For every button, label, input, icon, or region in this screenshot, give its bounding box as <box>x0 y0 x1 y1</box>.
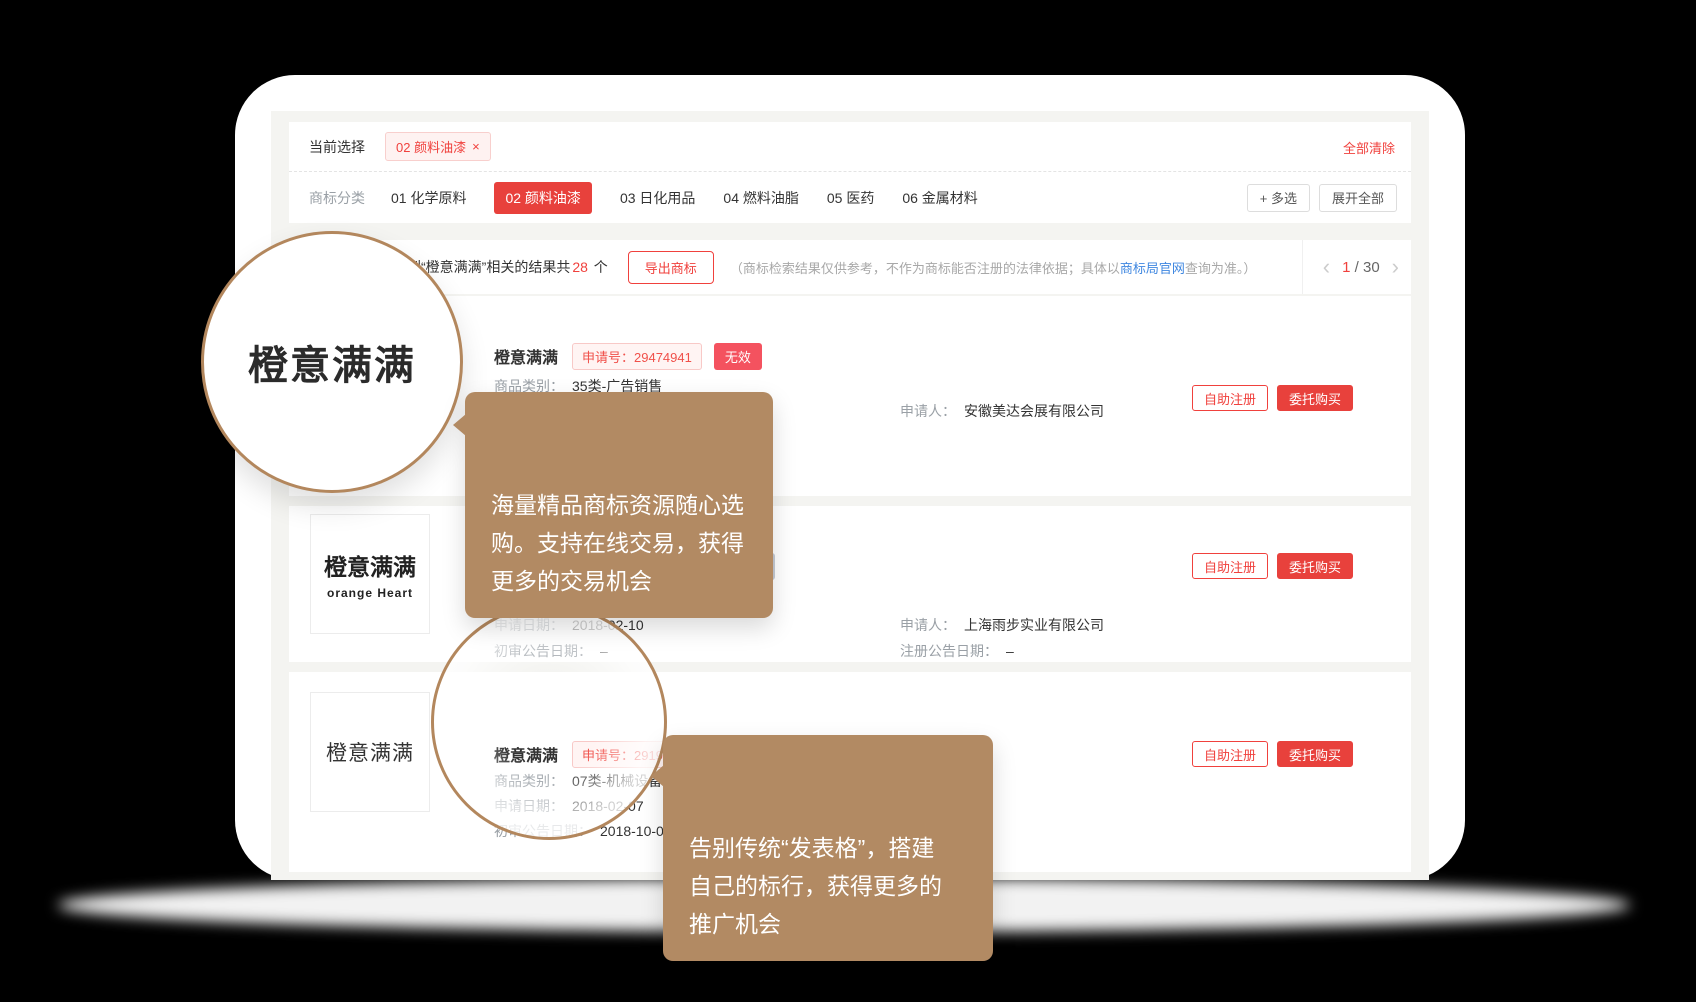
self-register-button[interactable]: 自助注册 <box>1192 553 1268 579</box>
magnifier-circle-row <box>431 604 667 840</box>
field-value: 上海雨步实业有限公司 <box>964 617 1104 633</box>
category-item-03[interactable]: 03 日化用品 <box>620 188 695 208</box>
category-item-06[interactable]: 06 金属材料 <box>902 188 977 208</box>
tooltip-text: 海量精品商标资源随心选 购。支持在线交易，获得 更多的交易机会 <box>491 492 744 594</box>
category-row-label: 商标分类 <box>309 188 365 208</box>
self-register-button[interactable]: 自助注册 <box>1192 385 1268 411</box>
page-next-icon[interactable]: › <box>1392 256 1399 278</box>
thumbnail-mark-text: 橙意满满 <box>326 737 414 767</box>
trademark-office-link[interactable]: 商标局官网 <box>1120 261 1185 276</box>
expand-all-button[interactable]: 展开全部 <box>1319 184 1397 212</box>
entrust-buy-button[interactable]: 委托购买 <box>1277 553 1353 579</box>
page-prev-icon[interactable]: ‹ <box>1323 256 1330 278</box>
export-trademarks-button[interactable]: 导出商标 <box>628 251 714 284</box>
disclaimer-pre: （商标检索结果仅供参考，不作为商标能否注册的法律依据；具体以 <box>730 261 1120 276</box>
category-row: 商标分类 01 化学原料 02 颜料油漆 03 日化用品 04 燃料油脂 05 … <box>289 172 1411 223</box>
results-header: 当前分类下检索到“橙意满满”相关的结果共28 个 导出商标 （商标检索结果仅供参… <box>289 240 1411 294</box>
pagination: ‹ 1 / 30 › <box>1302 240 1399 294</box>
thumbnail-mark-subtext: orange Heart <box>327 586 413 600</box>
self-register-button[interactable]: 自助注册 <box>1192 741 1268 767</box>
tooltip-text: 告别传统“发表格”，搭建 自己的标行，获得更多的 推广机会 <box>689 835 942 937</box>
tooltip-arrow-icon <box>651 765 664 787</box>
current-selection-row: 当前选择 02 颜料油漆 × 全部清除 <box>289 122 1411 172</box>
magnifier-circle-trademark: 橙意满满 <box>201 231 463 493</box>
trademark-name: 橙意满满 <box>494 344 558 368</box>
field-value: 2018-10-06 <box>600 823 672 839</box>
page-separator: / <box>1350 259 1363 276</box>
trademark-title-line: 橙意满满 申请号：29474941 无效 <box>494 343 762 369</box>
field-col2: 申请人： 上海雨步实业有限公司 <box>900 615 1104 635</box>
category-item-02-selected[interactable]: 02 颜料油漆 <box>494 182 591 214</box>
application-number-tag: 申请号：29474941 <box>572 343 702 370</box>
results-count: 28 <box>570 259 590 275</box>
status-badge: 无效 <box>714 343 762 370</box>
category-item-01[interactable]: 01 化学原料 <box>391 188 466 208</box>
filter-card: 当前选择 02 颜料油漆 × 全部清除 商标分类 01 化学原料 02 颜料油漆… <box>289 122 1411 223</box>
multi-select-button[interactable]: + 多选 <box>1247 184 1310 212</box>
remove-tag-icon[interactable]: × <box>472 139 480 154</box>
entrust-buy-button[interactable]: 委托购买 <box>1277 741 1353 767</box>
field-label: 申请人： <box>900 403 956 419</box>
category-item-04[interactable]: 04 燃料油脂 <box>723 188 798 208</box>
page-indicator: 1 / 30 <box>1342 259 1380 276</box>
field-col2: 注册公告日期：– <box>900 641 1014 661</box>
marketing-stage: 当前选择 02 颜料油漆 × 全部清除 商标分类 01 化学原料 02 颜料油漆… <box>0 0 1696 1002</box>
results-disclaimer: （商标检索结果仅供参考，不作为商标能否注册的法律依据；具体以商标局官网查询为准。… <box>730 258 1257 277</box>
row-actions: 自助注册 委托购买 <box>1192 385 1353 411</box>
disclaimer-post: 查询为准。） <box>1185 261 1257 276</box>
category-item-05[interactable]: 05 医药 <box>827 188 874 208</box>
current-selection-label: 当前选择 <box>309 137 365 157</box>
clear-all-button[interactable]: 全部清除 <box>1343 122 1395 172</box>
field-value: – <box>1006 643 1014 659</box>
results-count-unit: 个 <box>590 259 608 275</box>
selected-filter-tag[interactable]: 02 颜料油漆 × <box>385 132 491 161</box>
selected-filter-tag-text: 02 颜料油漆 <box>396 137 466 156</box>
tooltip-arrow-icon <box>453 414 466 436</box>
field-label: 申请人： <box>900 617 956 633</box>
field-label: 注册公告日期： <box>900 643 998 659</box>
field-col2: 申请人： 安徽美达会展有限公司 <box>900 401 1104 421</box>
entrust-buy-button[interactable]: 委托购买 <box>1277 385 1353 411</box>
magnified-trademark-text: 橙意满满 <box>248 333 416 391</box>
trademark-thumbnail[interactable]: 橙意满满 <box>310 692 430 812</box>
tooltip-trade-resources: 海量精品商标资源随心选 购。支持在线交易，获得 更多的交易机会 <box>465 392 773 618</box>
category-tools: + 多选 展开全部 <box>1247 172 1397 223</box>
trademark-thumbnail[interactable]: 橙意满满 orange Heart <box>310 514 430 634</box>
tooltip-promotion: 告别传统“发表格”，搭建 自己的标行，获得更多的 推广机会 <box>663 735 993 961</box>
total-pages: 30 <box>1363 259 1380 276</box>
field-value: 安徽美达会展有限公司 <box>964 403 1104 419</box>
row-actions: 自助注册 委托购买 <box>1192 553 1353 579</box>
row-actions: 自助注册 委托购买 <box>1192 741 1353 767</box>
thumbnail-mark-text: 橙意满满 <box>324 548 416 582</box>
result-row-2: 橙意满满 orange Heart 橙意满满 申请号：29482153 已注册 … <box>289 506 1411 662</box>
